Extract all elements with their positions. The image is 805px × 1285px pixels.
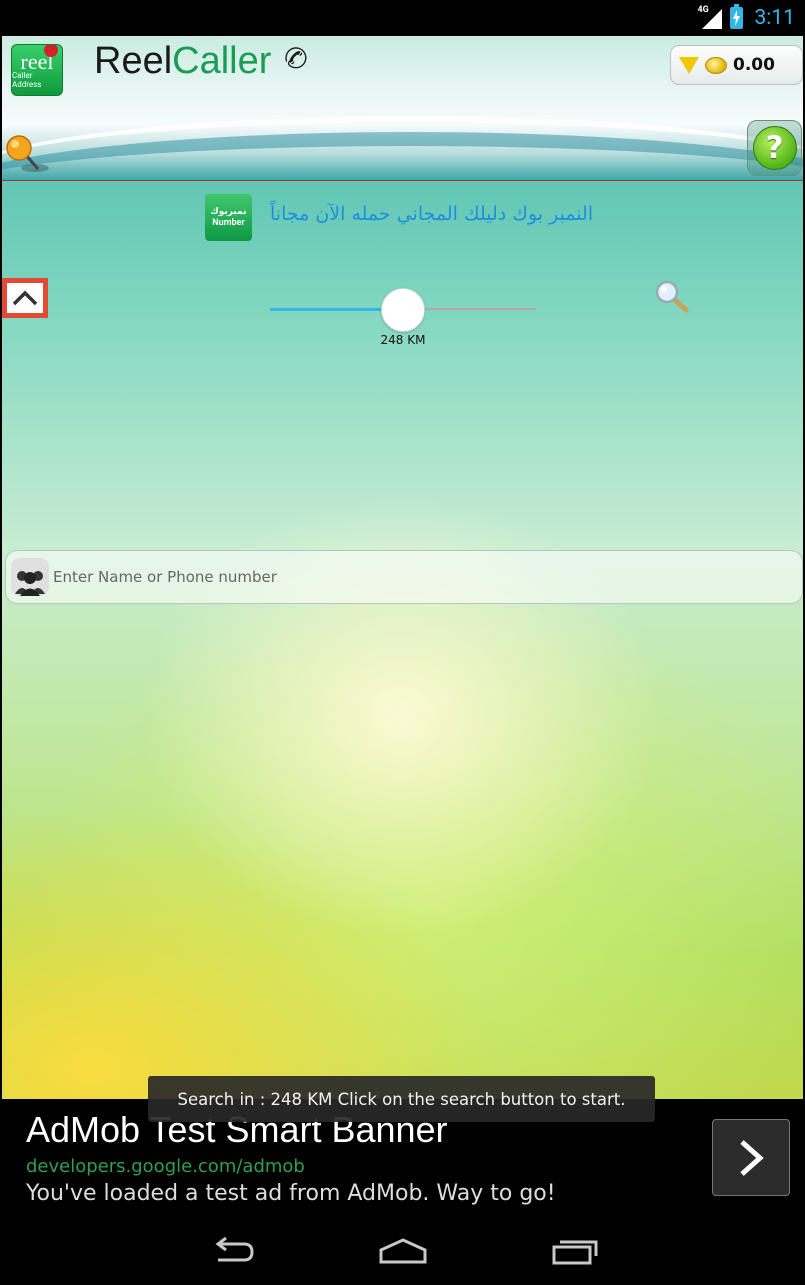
brand-caller: Caller bbox=[172, 40, 272, 82]
promo-text[interactable]: النمبر بوك دليلك المجاني حمله الآن مجانا… bbox=[270, 203, 593, 225]
brand-title: ReelCaller ✆ bbox=[94, 40, 312, 83]
search-input[interactable] bbox=[53, 557, 753, 597]
search-button[interactable] bbox=[652, 279, 692, 315]
contacts-icon[interactable] bbox=[11, 558, 49, 596]
battery-icon bbox=[729, 4, 743, 29]
dropdown-triangle-icon bbox=[679, 56, 699, 74]
slider-value-label: 248 KM bbox=[380, 333, 426, 347]
back-button[interactable] bbox=[201, 1229, 261, 1273]
app-header: reel Caller Address ReelCaller ✆ 0.00 ? bbox=[2, 36, 803, 181]
phone-handset-icon: ✆ bbox=[279, 40, 312, 77]
home-button[interactable] bbox=[373, 1229, 433, 1273]
navigation-bar bbox=[0, 1217, 805, 1285]
search-field[interactable] bbox=[5, 550, 803, 604]
numberbook-promo-icon[interactable]: نمبربوك Number bbox=[205, 194, 252, 241]
signal-icon: 4G bbox=[697, 5, 722, 29]
chevron-up-icon bbox=[7, 283, 43, 313]
home-icon bbox=[379, 1238, 426, 1264]
question-icon: ? bbox=[752, 126, 797, 170]
recent-apps-button[interactable] bbox=[545, 1229, 605, 1273]
promo-icon-text-bottom: Number bbox=[212, 217, 245, 228]
header-swoosh-highlight bbox=[2, 116, 803, 180]
coin-value: 0.00 bbox=[733, 55, 775, 75]
promo-icon-text-top: نمبربوك bbox=[210, 206, 247, 217]
clock: 3:11 bbox=[754, 6, 796, 30]
ad-description: You've loaded a test ad from AdMob. Way … bbox=[26, 1181, 556, 1206]
app-logo: reel Caller Address bbox=[11, 44, 63, 96]
slider-thumb[interactable] bbox=[381, 288, 425, 332]
distance-slider[interactable] bbox=[270, 288, 536, 332]
pushpin-icon[interactable] bbox=[5, 132, 51, 176]
logo-ball-icon bbox=[44, 45, 58, 57]
magnifier-icon bbox=[655, 280, 689, 313]
brand-reel: Reel bbox=[94, 40, 173, 82]
ad-open-button[interactable] bbox=[712, 1119, 790, 1196]
app-content: reel Caller Address ReelCaller ✆ 0.00 ? … bbox=[2, 36, 803, 1099]
toast-message: Search in : 248 KM Click on the search b… bbox=[148, 1076, 655, 1122]
screen: 4G 3:11 reel Caller Address ReelCaller ✆ bbox=[0, 0, 805, 1285]
status-bar: 4G 3:11 bbox=[0, 0, 805, 36]
coin-icon bbox=[705, 56, 727, 74]
network-type-label: 4G bbox=[697, 5, 709, 15]
coin-balance[interactable]: 0.00 bbox=[670, 45, 803, 85]
collapse-button[interactable] bbox=[2, 278, 48, 318]
recent-apps-icon bbox=[552, 1240, 597, 1265]
help-button[interactable]: ? bbox=[747, 120, 802, 176]
back-arrow-icon bbox=[215, 1236, 254, 1262]
ad-url: developers.google.com/admob bbox=[26, 1156, 305, 1177]
logo-subtext: Caller Address bbox=[12, 71, 42, 89]
chevron-right-icon bbox=[740, 1139, 764, 1176]
